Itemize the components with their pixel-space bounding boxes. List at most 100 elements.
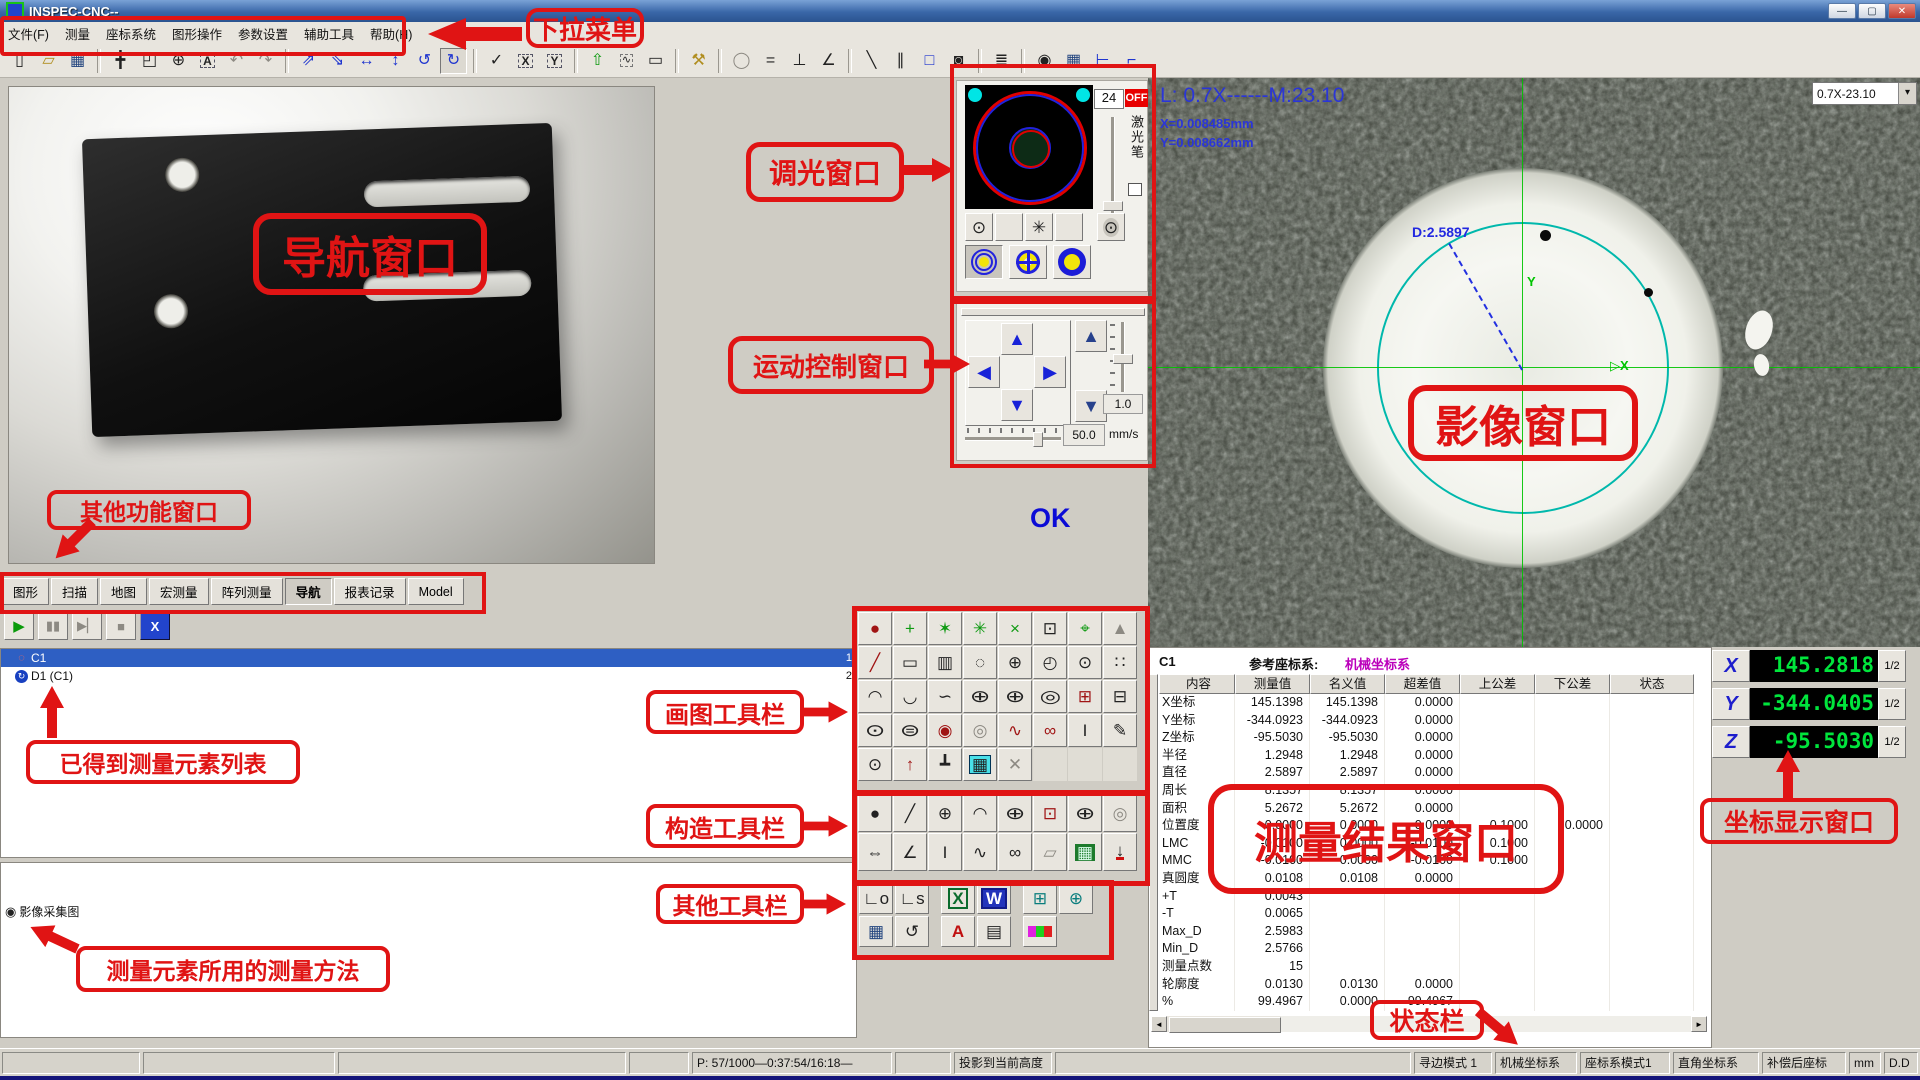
result-row[interactable]: 面积5.26725.26720.0000 (1159, 800, 1694, 818)
menu-item-2[interactable]: 测量 (57, 21, 98, 46)
ring-light-display[interactable] (965, 85, 1093, 209)
rotate-ccw-button[interactable]: ↺ (411, 48, 438, 74)
ellipse-plus-button[interactable]: ⊕ (963, 680, 997, 713)
save-file-button[interactable]: ▦ (64, 48, 91, 74)
scan-curve-button[interactable]: ∿ (613, 48, 640, 74)
result-row[interactable]: 轮廓度0.01300.01300.0000 (1159, 976, 1694, 994)
measure-width-button[interactable]: ↔ (353, 48, 380, 74)
image-capture-button[interactable]: ▲ (1103, 612, 1137, 645)
polyline-scan-button[interactable]: ∿ (998, 714, 1032, 747)
z-up-button[interactable]: ▲ (1075, 320, 1107, 352)
menu-item-5[interactable]: 参数设置 (230, 21, 296, 46)
menu-item-3[interactable]: 座标系统 (98, 21, 164, 46)
maximize-button[interactable]: ▢ (1858, 3, 1886, 19)
profile-tool-button[interactable]: ⌐ (1118, 48, 1145, 74)
light-slot-4-button[interactable] (1055, 213, 1083, 241)
construct-ellipse-button[interactable]: ⊕ (998, 794, 1032, 832)
center-target-button[interactable]: ⊕ (165, 48, 192, 74)
result-row[interactable]: 测量点数15 (1159, 958, 1694, 976)
coaxial-light-button[interactable] (1053, 245, 1091, 279)
parallel-lines-button[interactable]: ∥ (887, 48, 914, 74)
box-center-point-button[interactable]: ⊡ (1033, 612, 1067, 645)
half-toggle-x[interactable]: 1/2 (1878, 650, 1906, 682)
speed-value-input[interactable]: 50.0 (1063, 424, 1105, 446)
result-row[interactable]: 半径1.29481.29480.0000 (1159, 747, 1694, 765)
coordinate-axes-button[interactable]: ⊢ (1089, 48, 1116, 74)
construct-point-button[interactable]: ● (858, 794, 892, 832)
menu-item-4[interactable]: 图形操作 (164, 21, 230, 46)
run-play-button[interactable]: ▶ (4, 612, 34, 640)
result-row[interactable]: Z坐标-95.5030-95.50300.0000 (1159, 729, 1694, 747)
open-file-button[interactable]: ▱ (35, 48, 62, 74)
tab-4[interactable]: 宏测量 (149, 578, 209, 605)
calculator-button[interactable]: ▦ (963, 748, 997, 781)
measure-height-button[interactable]: ↕ (382, 48, 409, 74)
run-pause-button[interactable]: ▮▮ (38, 612, 68, 640)
ghost-circle-button[interactable]: ◯ (728, 48, 755, 74)
circle-center-point-button[interactable]: ⊙ (858, 748, 892, 781)
measure-line-button[interactable]: ╱ (858, 646, 892, 679)
chevron-down-icon[interactable]: ▾ (1898, 83, 1916, 104)
navigation-window[interactable] (8, 86, 655, 564)
export-excel-button[interactable]: X (941, 883, 975, 914)
rect-symmetric-button[interactable]: ⊟ (1103, 680, 1137, 713)
light-spot-button[interactable]: ⊙ (965, 213, 993, 241)
height-gauge-button[interactable]: I (1068, 714, 1102, 747)
construct-calculator-button[interactable]: ▦ (1068, 833, 1102, 871)
column-header-5[interactable]: 上公差 (1460, 674, 1535, 694)
column-header-6[interactable]: 下公差 (1535, 674, 1610, 694)
construct-distance-button[interactable]: ⇔ (858, 833, 892, 871)
construct-arc-button[interactable]: ◠ (963, 794, 997, 832)
result-row[interactable]: %99.49670.000099.4967 (1159, 993, 1694, 1011)
tab-3[interactable]: 地图 (100, 578, 147, 605)
ellipse-points-button[interactable]: ⊙ (858, 714, 892, 747)
result-row[interactable]: 真圆度0.01080.01080.0000 (1159, 870, 1694, 888)
scrollbar-thumb[interactable] (1169, 1017, 1281, 1033)
point-jump-button[interactable]: ↑ (893, 748, 927, 781)
rect-width-button[interactable]: ▭ (893, 646, 927, 679)
circle-plus-button[interactable]: ⊙ (1068, 646, 1102, 679)
camera-live-button[interactable]: ◉ (1031, 48, 1058, 74)
result-row[interactable]: 位置度0.00000.00000.00000.10000.0000 (1159, 817, 1694, 835)
column-header-1[interactable]: 内容 (1159, 674, 1235, 694)
window-layout-button[interactable]: ▭ (642, 48, 669, 74)
step-value-input[interactable]: 1.0 (1103, 394, 1143, 414)
menu-item-6[interactable]: 辅助工具 (296, 21, 362, 46)
tab-5[interactable]: 阵列测量 (211, 578, 283, 605)
tab-7[interactable]: 报表记录 (334, 578, 406, 605)
laser-pen-checkbox[interactable] (1128, 183, 1142, 196)
half-toggle-y[interactable]: 1/2 (1878, 688, 1906, 720)
point-crosshair-button[interactable]: + (893, 612, 927, 645)
redo-button[interactable]: ↷ (252, 48, 279, 74)
tab-1[interactable]: 图形 (2, 578, 49, 605)
title-bar[interactable]: INSPEC-CNC-- — ▢ ✕ (0, 0, 1920, 22)
column-header-2[interactable]: 测量值 (1235, 674, 1310, 694)
parallel-measure-button[interactable]: = (757, 48, 784, 74)
tab-6[interactable]: 导航 (285, 578, 332, 605)
rect-tool-button[interactable]: □ (916, 48, 943, 74)
undo-button[interactable]: ↶ (223, 48, 250, 74)
jog-down-button[interactable]: ▼ (1001, 389, 1033, 421)
run-stop-button[interactable]: ■ (106, 612, 136, 640)
arc-three-button[interactable]: ∽ (928, 680, 962, 713)
circle-in-rect-button[interactable]: ◙ (945, 48, 972, 74)
rotate-cw-button[interactable]: ↻ (440, 48, 467, 74)
circle-three-arc-button[interactable]: ◴ (1033, 646, 1067, 679)
ellipse-crosshair-button[interactable]: ⊕ (998, 680, 1032, 713)
jog-up-button[interactable]: ▲ (1001, 323, 1033, 355)
construct-curve-button[interactable]: ∿ (963, 833, 997, 871)
construct-ring-button[interactable]: ◎ (1103, 794, 1137, 832)
element-list-item[interactable]: ◌C11 (1, 649, 856, 667)
jog-right-button[interactable]: ▶ (1034, 356, 1066, 388)
tab-2[interactable]: 扫描 (51, 578, 98, 605)
region-capture-button[interactable]: ⊕ (1059, 883, 1093, 914)
zoom-point-button[interactable]: ⌖ (1068, 612, 1102, 645)
result-row[interactable]: Y坐标-344.0923-344.09230.0000 (1159, 712, 1694, 730)
text-annotation-button[interactable]: A (194, 48, 221, 74)
point-auto-find-button[interactable]: ✳ (963, 612, 997, 645)
reset-rotate-button[interactable]: ↺ (895, 916, 929, 947)
z-up-button[interactable]: ⇧ (584, 48, 611, 74)
result-row[interactable]: -T0.0065 (1159, 905, 1694, 923)
run-step-button[interactable]: ▶▏ (72, 612, 102, 640)
column-header-7[interactable]: 状态 (1610, 674, 1694, 694)
